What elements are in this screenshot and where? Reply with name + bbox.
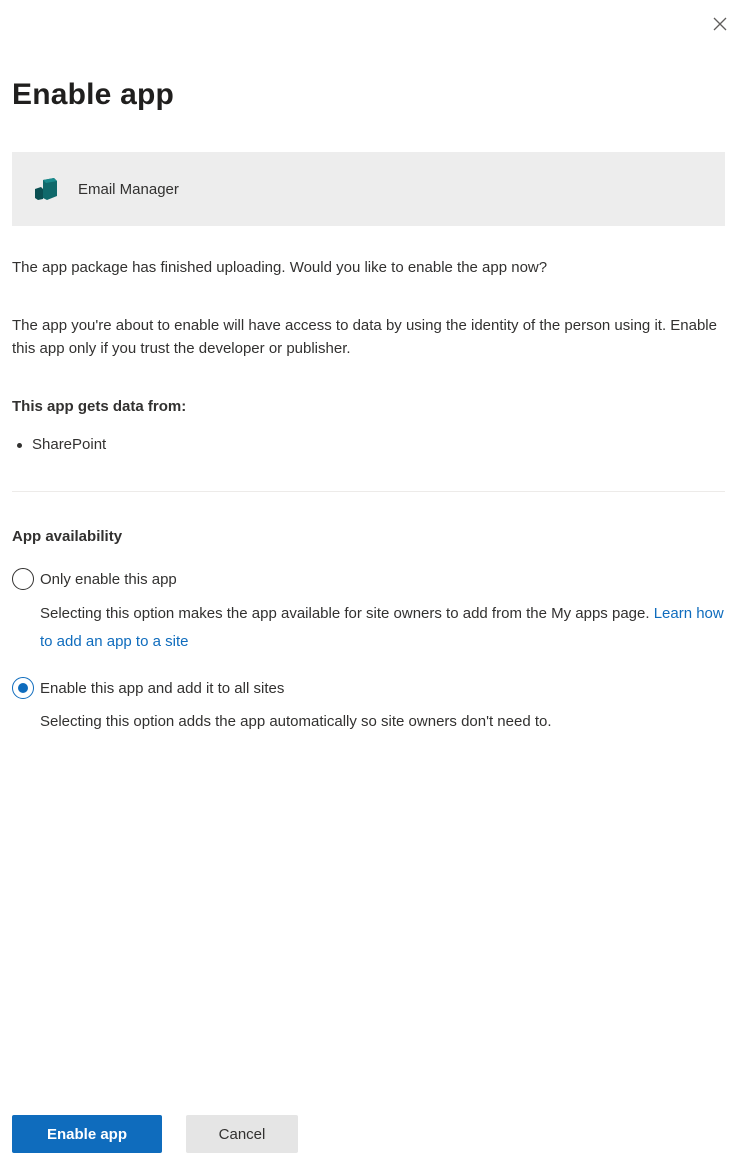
enable-app-panel: Enable app Email Manager The app package…: [0, 0, 744, 1153]
data-sources-list: SharePoint: [12, 434, 106, 456]
data-sources-heading: This app gets data from:: [12, 398, 187, 415]
radio-description-enable-all-sites: Selecting this option adds the app autom…: [40, 713, 552, 730]
app-package-icon: [35, 178, 57, 200]
section-divider: [12, 491, 725, 492]
cancel-button[interactable]: Cancel: [186, 1115, 298, 1153]
bullet-icon: [17, 442, 22, 448]
radio-description-only-enable: Selecting this option makes the app avai…: [40, 600, 740, 656]
radio-label-only-enable: Only enable this app: [40, 570, 177, 588]
trust-warning-text: The app you're about to enable will have…: [12, 317, 717, 357]
option-description: Selecting this option makes the app avai…: [40, 605, 650, 622]
close-icon: [713, 17, 727, 31]
radio-enable-all-sites[interactable]: Enable this app and add it to all sites: [12, 677, 284, 699]
list-item: SharePoint: [12, 434, 106, 456]
close-button[interactable]: [708, 12, 732, 36]
app-name: Email Manager: [78, 180, 179, 198]
app-card: Email Manager: [12, 152, 725, 226]
radio-checked-icon[interactable]: [12, 677, 34, 699]
enable-app-button[interactable]: Enable app: [12, 1115, 162, 1153]
radio-unchecked-icon[interactable]: [12, 568, 34, 590]
radio-only-enable[interactable]: Only enable this app: [12, 568, 177, 590]
availability-heading: App availability: [12, 528, 123, 545]
dialog-footer: Enable app Cancel: [12, 1115, 298, 1153]
upload-status-text: The app package has finished uploading. …: [12, 259, 548, 276]
data-source-label: SharePoint: [32, 436, 107, 453]
radio-label-enable-all-sites: Enable this app and add it to all sites: [40, 679, 285, 697]
page-title: Enable app: [12, 78, 175, 111]
